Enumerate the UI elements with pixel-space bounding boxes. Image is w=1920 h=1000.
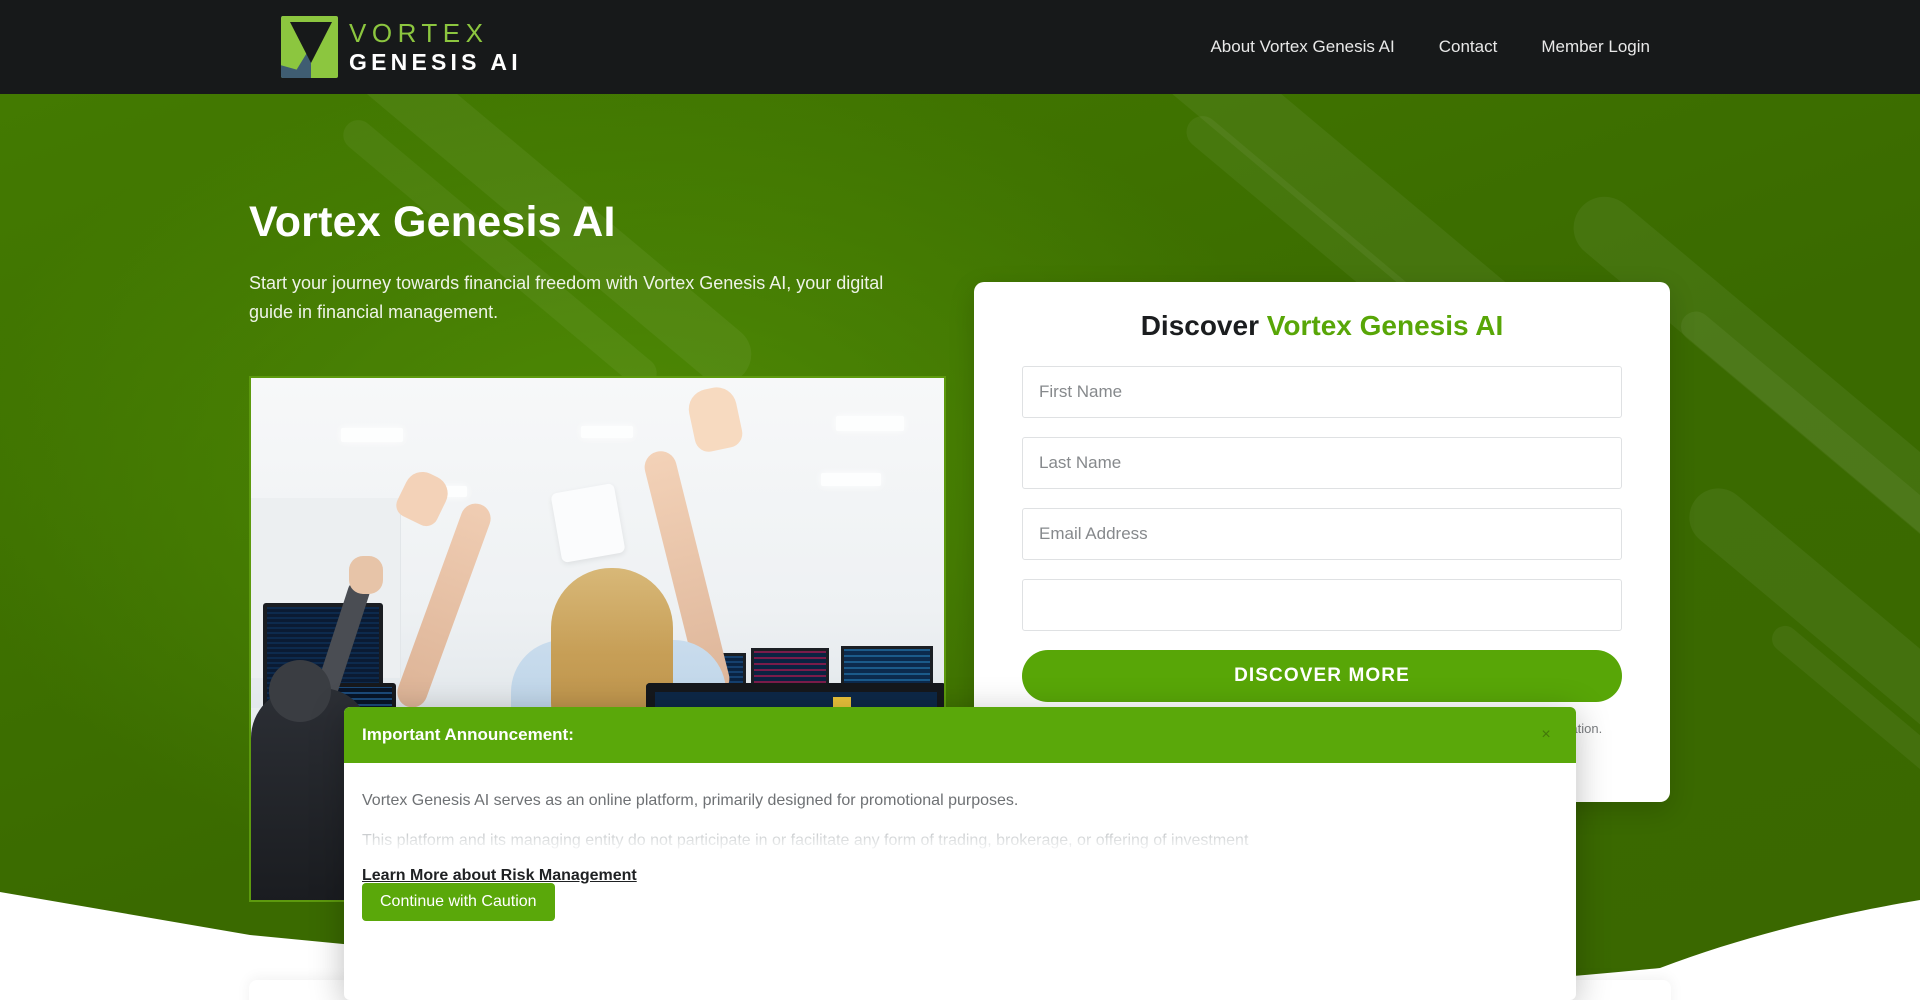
modal-header: Important Announcement: × (344, 707, 1576, 763)
modal-title: Important Announcement: (362, 725, 574, 744)
discover-more-button[interactable]: DISCOVER MORE (1022, 650, 1622, 702)
logo-top-text: VORTEX (349, 18, 489, 48)
continue-with-caution-button[interactable]: Continue with Caution (362, 883, 555, 921)
extra-input[interactable] (1022, 579, 1622, 631)
page-root: VORTEX GENESIS AI About Vortex Genesis A… (0, 0, 1920, 1000)
form-title: Discover Vortex Genesis AI (1022, 310, 1622, 342)
hero-subtitle: Start your journey towards financial fre… (249, 273, 884, 323)
last-name-input[interactable] (1022, 437, 1622, 489)
vortex-v-logo-icon (281, 16, 338, 78)
nav-item-contact[interactable]: Contact (1417, 37, 1520, 57)
form-title-accent: Vortex Genesis AI (1266, 310, 1504, 341)
modal-paragraph-2: This platform and its managing entity do… (362, 829, 1558, 853)
page-title: Vortex Genesis AI (249, 198, 616, 246)
site-header: VORTEX GENESIS AI About Vortex Genesis A… (0, 0, 1920, 94)
email-input[interactable] (1022, 508, 1622, 560)
important-announcement-modal: Important Announcement: × Vortex Genesis… (344, 707, 1576, 1000)
site-logo[interactable]: VORTEX GENESIS AI (281, 16, 522, 78)
nav-item-about[interactable]: About Vortex Genesis AI (1188, 37, 1416, 57)
first-name-input[interactable] (1022, 366, 1622, 418)
modal-body: Vortex Genesis AI serves as an online pl… (344, 763, 1576, 921)
form-title-plain: Discover (1140, 310, 1267, 341)
main-navigation: About Vortex Genesis AI Contact Member L… (1188, 0, 1672, 94)
logo-wordmark: VORTEX GENESIS AI (349, 20, 522, 74)
logo-bottom-text: GENESIS AI (349, 49, 522, 75)
modal-paragraph-1: Vortex Genesis AI serves as an online pl… (362, 792, 1019, 809)
close-icon[interactable]: × (1538, 727, 1554, 743)
nav-item-member-login[interactable]: Member Login (1519, 37, 1672, 57)
